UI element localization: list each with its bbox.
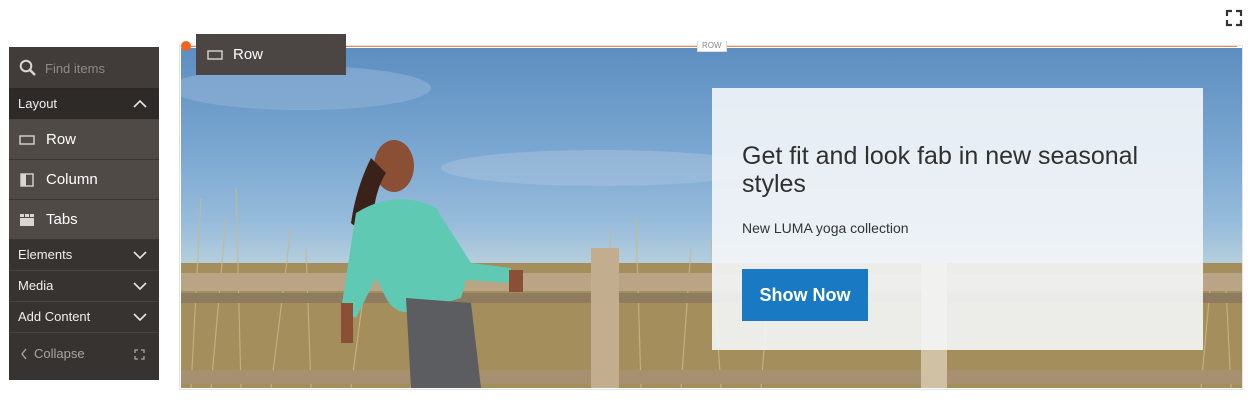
row-icon	[207, 50, 223, 60]
chevron-down-icon	[133, 251, 147, 260]
row-drag-label-text: Row	[233, 46, 264, 63]
banner-content-panel: Get fit and look fab in new seasonal sty…	[712, 88, 1203, 350]
layout-item-row[interactable]: Row	[9, 120, 159, 160]
row-icon	[19, 135, 35, 145]
group-label: Media	[18, 278, 54, 293]
search-input[interactable]	[43, 56, 155, 80]
group-layout[interactable]: Layout	[9, 89, 159, 120]
layout-item-label: Row	[46, 131, 77, 148]
page-builder-panel: Layout Row Column Tabs Elements Med	[9, 47, 159, 380]
fullscreen-icon[interactable]	[1224, 8, 1244, 28]
layout-item-tabs[interactable]: Tabs	[9, 200, 159, 240]
group-label: Add Content	[18, 309, 91, 324]
column-icon	[20, 173, 34, 187]
drop-indicator-dot	[181, 41, 191, 51]
banner-subtitle: New LUMA yoga collection	[742, 220, 909, 236]
show-now-button[interactable]: Show Now	[742, 269, 868, 321]
group-elements[interactable]: Elements	[9, 240, 159, 271]
collapse-button[interactable]: Collapse	[9, 333, 159, 375]
chevron-up-icon	[133, 99, 147, 108]
chevron-left-icon	[21, 348, 27, 360]
group-label: Layout	[18, 96, 58, 111]
group-label: Elements	[18, 247, 73, 262]
group-media[interactable]: Media	[9, 271, 159, 302]
tabs-icon	[20, 214, 34, 226]
layout-item-column[interactable]: Column	[9, 160, 159, 200]
layout-item-label: Tabs	[46, 211, 78, 228]
group-add-content[interactable]: Add Content	[9, 302, 159, 333]
chevron-down-icon	[133, 282, 147, 291]
search-icon	[19, 59, 36, 76]
layout-item-label: Column	[46, 171, 98, 188]
search-bar	[9, 47, 159, 89]
expand-icon[interactable]	[134, 349, 145, 360]
banner-title: Get fit and look fab in new seasonal sty…	[742, 142, 1139, 198]
collapse-label: Collapse	[34, 346, 85, 361]
banner[interactable]: Get fit and look fab in new seasonal sty…	[181, 48, 1242, 388]
row-drag-label[interactable]: Row	[196, 34, 346, 75]
chevron-down-icon	[133, 313, 147, 322]
row-tag: ROW	[697, 41, 727, 52]
